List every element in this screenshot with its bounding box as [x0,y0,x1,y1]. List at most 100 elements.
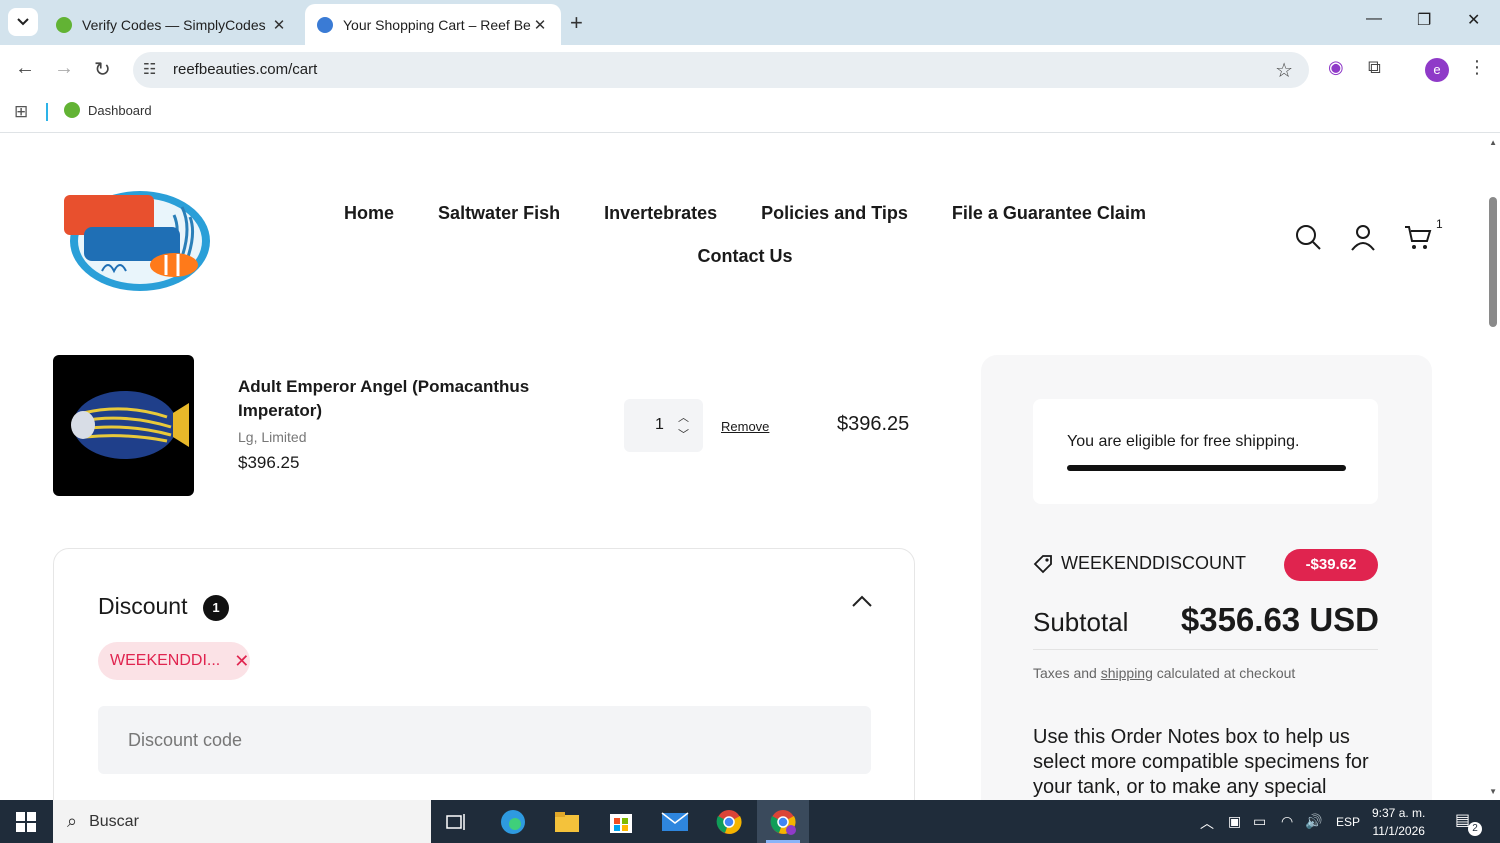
tab-search-button[interactable] [8,8,38,36]
remove-item-link[interactable]: Remove [721,419,769,434]
browser-toolbar: ← → ↻ ☷ reefbeauties.com/cart ☆ ◉ ⧉ ⋮ [0,45,1500,93]
nav-home[interactable]: Home [344,203,394,224]
file-explorer-icon[interactable] [551,806,583,838]
nav-saltwater-fish[interactable]: Saltwater Fish [438,203,560,224]
extension-simplycodes-icon[interactable]: ◉ [1328,57,1344,78]
restore-window-icon[interactable]: ❐ [1417,10,1431,30]
free-shipping-box: You are eligible for free shipping. [1033,399,1378,504]
language-indicator[interactable]: ESP [1336,815,1360,829]
volume-icon[interactable]: 🔊 [1305,813,1322,830]
taskbar-search[interactable]: ⌕ Buscar [53,800,431,843]
scroll-down-arrow-icon[interactable]: ▼ [1489,787,1497,796]
scroll-up-arrow-icon[interactable]: ▲ [1489,138,1497,147]
free-shipping-message: You are eligible for free shipping. [1067,433,1300,450]
tax-note: Taxes and shipping calculated at checkou… [1033,665,1295,681]
bookmarks-divider [46,103,48,121]
tab-title: Verify Codes — SimplyCodes [82,16,266,33]
back-arrow-icon[interactable]: ← [15,57,35,80]
reload-icon[interactable]: ↻ [94,57,111,82]
nav-invertebrates[interactable]: Invertebrates [604,203,717,224]
applied-discount-chip: WEEKENDDI... ✕ [98,642,250,680]
emperor-angelfish-image [71,391,189,459]
nav-policies-and-tips[interactable]: Policies and Tips [761,203,908,224]
site-info-icon[interactable]: ☷ [143,60,156,78]
tab-reef-beauties-cart[interactable]: Your Shopping Cart – Reef Beau ✕ [305,4,561,45]
chevron-up-icon[interactable]: ︿ [678,409,689,425]
discount-code-input[interactable] [98,706,871,774]
page-viewport: Home Saltwater Fish Invertebrates Polici… [0,133,1500,800]
free-shipping-progress-fill [1067,465,1346,471]
search-icon[interactable] [1294,223,1322,251]
extensions-puzzle-icon[interactable]: ⧉ [1368,57,1381,78]
applied-code-row: WEEKENDDISCOUNT [1033,553,1246,574]
tax-note-suffix: calculated at checkout [1152,665,1296,681]
remove-discount-icon[interactable]: ✕ [234,651,249,672]
order-notes-text: Use this Order Notes box to help us sele… [1033,726,1369,798]
show-hidden-icons-icon[interactable]: ︿ [1200,813,1214,833]
taskbar-search-placeholder: Buscar [89,812,139,830]
meet-now-icon[interactable]: ▣ [1228,813,1241,830]
nav-contact-us[interactable]: Contact Us [697,246,792,267]
microsoft-store-icon[interactable] [605,806,637,838]
quantity-value[interactable]: 1 [655,416,664,434]
chevron-down-icon [17,18,29,26]
profile-avatar[interactable]: e [1425,58,1449,82]
reef-beauties-logo[interactable] [62,187,212,293]
minimize-window-icon[interactable]: — [1366,10,1382,28]
cart-count-badge: 1 [1436,217,1443,231]
task-view-icon[interactable] [441,806,473,838]
bookmarks-bar: ⊞ Dashboard [0,93,1500,133]
cart-icon[interactable] [1404,223,1432,251]
tag-icon [1033,554,1052,573]
system-clock[interactable]: 9:37 a. m. 11/1/2026 [1372,804,1425,840]
shipping-link[interactable]: shipping [1101,665,1153,681]
wifi-icon[interactable]: ◠ [1281,813,1293,830]
summary-divider [1033,649,1378,650]
quantity-stepper[interactable]: 1 ︿ ﹀ [624,399,703,452]
product-price: $396.25 [238,453,300,472]
windows-start-icon[interactable] [16,812,36,832]
main-navigation: Home Saltwater Fish Invertebrates Polici… [320,203,1170,289]
product-image[interactable] [53,355,194,496]
simplycodes-favicon-icon [56,16,72,33]
clock-date: 11/1/2026 [1372,824,1425,838]
address-bar[interactable]: ☷ reefbeauties.com/cart ☆ [133,52,1309,88]
apps-grid-icon[interactable]: ⊞ [14,102,28,122]
more-menu-icon[interactable]: ⋮ [1468,57,1486,78]
subtotal-label: Subtotal [1033,607,1129,637]
battery-icon[interactable]: ▭ [1253,813,1266,830]
chrome-icon[interactable] [713,806,745,838]
scrollbar-thumb[interactable] [1489,197,1497,327]
bookmark-star-icon[interactable]: ☆ [1275,58,1293,83]
discount-section: Discount 1 WEEKENDDI... ✕ [53,548,915,800]
page-scrollbar[interactable]: ▲ ▼ [1485,133,1500,800]
mail-icon[interactable] [659,806,691,838]
chrome-profile-icon[interactable] [767,806,799,838]
order-summary: You are eligible for free shipping. WEEK… [981,355,1432,800]
applied-discount-code: WEEKENDDI... [110,652,221,669]
close-tab-icon[interactable]: ✕ [270,16,288,34]
product-name[interactable]: Adult Emperor Angel (Pomacanthus Imperat… [238,375,578,423]
nav-file-guarantee-claim[interactable]: File a Guarantee Claim [952,203,1146,224]
discount-title[interactable]: Discount [98,593,187,620]
url-text[interactable]: reefbeauties.com/cart [173,61,317,78]
bookmark-label: Dashboard [88,102,152,118]
discount-count-badge: 1 [203,595,229,621]
free-shipping-progress-bar [1067,465,1346,471]
clock-time: 9:37 a. m. [1372,806,1426,820]
edge-browser-icon[interactable] [497,806,529,838]
chevron-down-icon[interactable]: ﹀ [678,426,689,442]
dashboard-favicon-icon [64,102,80,118]
close-window-icon[interactable]: ✕ [1467,10,1480,30]
new-tab-plus-icon[interactable]: + [570,10,583,36]
chevron-up-icon[interactable] [852,595,872,607]
account-icon[interactable] [1349,223,1377,251]
tab-simplycodes[interactable]: Verify Codes — SimplyCodes ✕ [44,4,300,45]
windows-taskbar: ⌕ Buscar ︿ ▣ ▭ ◠ 🔊 ESP 9:37 a. m. 11/1/2… [0,800,1500,843]
subtotal-value: $356.63 USD [1180,601,1379,638]
forward-arrow-icon[interactable]: → [54,57,74,80]
close-tab-icon[interactable]: ✕ [531,16,549,34]
tax-note-prefix: Taxes and [1033,665,1101,681]
bookmark-dashboard[interactable]: Dashboard [64,102,152,118]
tab-title: Your Shopping Cart – Reef Beau [343,16,531,33]
